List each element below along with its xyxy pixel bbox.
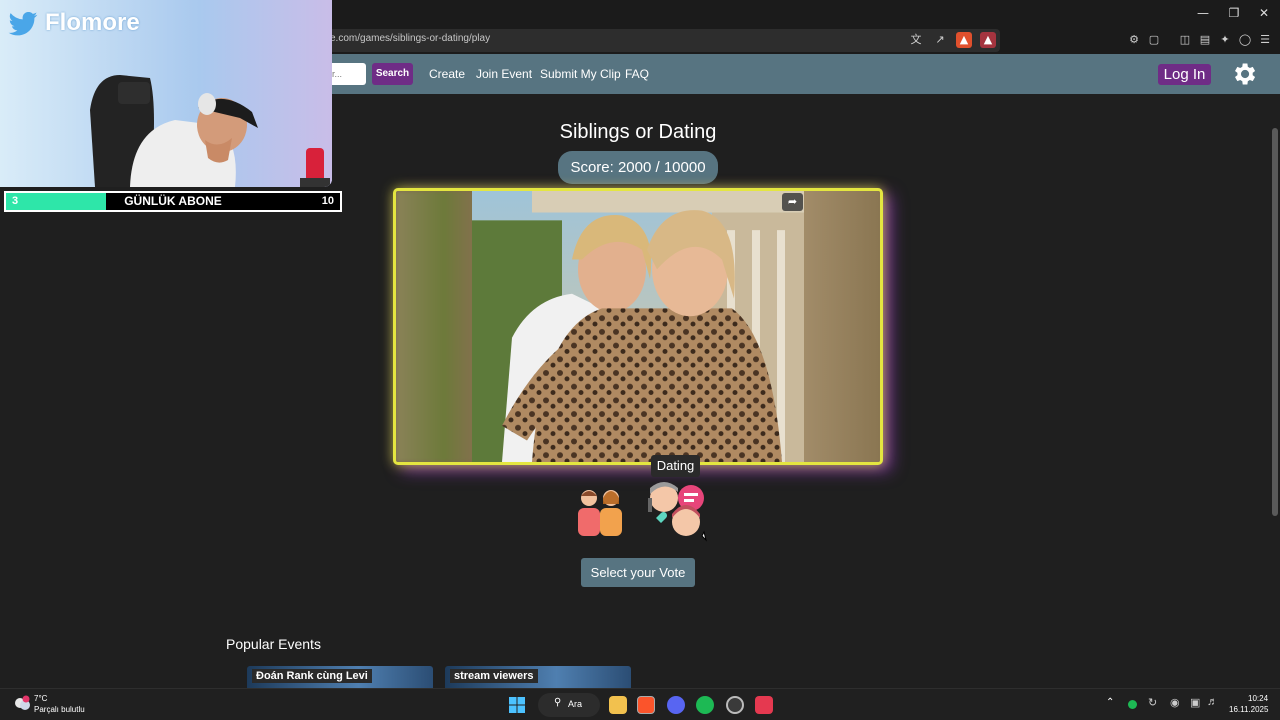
screen: — ❐ ✕ e.com/games/siblings-or-dating/pla… [0, 0, 1280, 720]
menu-icon[interactable]: ☰ [1257, 32, 1273, 48]
score-badge: Score: 2000 / 10000 [558, 151, 718, 184]
page-scrollbar[interactable] [1272, 128, 1278, 516]
event-card-title: stream viewers [450, 669, 538, 683]
restore-icon[interactable]: ❐ [1223, 4, 1245, 22]
nav-submit-clip[interactable]: Submit My Clip [540, 67, 621, 81]
select-vote-button[interactable]: Select your Vote [581, 558, 695, 587]
search-icon: ⚲ [554, 697, 562, 708]
vote-tooltip: Dating [651, 455, 700, 477]
taskbar-search[interactable]: ⚲ Ara [538, 693, 600, 717]
subscriber-goal-bar: 3 GÜNLÜK ABONE 10 [4, 191, 342, 212]
dating-icon[interactable] [642, 478, 710, 542]
windows-start-icon[interactable] [509, 697, 525, 713]
share-icon[interactable]: ➦ [782, 193, 803, 211]
app-icon[interactable] [755, 696, 773, 714]
rewards-icon[interactable]: ▲ [980, 32, 996, 48]
minimize-icon[interactable]: — [1192, 4, 1214, 22]
event-card[interactable]: Đoán Rank cùng Levi [247, 666, 433, 688]
nav-faq[interactable]: FAQ [625, 67, 649, 81]
settings-gear-icon[interactable] [1230, 60, 1258, 88]
clock-time[interactable]: 10:24 [1248, 694, 1268, 703]
weather-icon[interactable] [12, 694, 32, 714]
status-dot-icon[interactable] [1128, 700, 1137, 709]
microphone-icon[interactable]: ◉ [1170, 696, 1180, 709]
taskbar: 7°C Parçalı bulutlu ⚲ Ara ⌃ ↻ ◉ ▣ ♬ 10:2… [0, 688, 1280, 720]
leo-ai-icon[interactable]: ✦ [1217, 32, 1233, 48]
volume-icon[interactable]: ♬ [1207, 696, 1218, 708]
network-icon[interactable]: ▣ [1190, 696, 1200, 709]
weather-description: Parçalı bulutlu [34, 705, 85, 714]
event-card[interactable]: stream viewers [445, 666, 631, 688]
brave-shields-icon[interactable]: ▲ [956, 32, 972, 48]
blurred-background-right [800, 191, 880, 462]
nav-create[interactable]: Create [429, 67, 465, 81]
url-field[interactable]: e.com/games/siblings-or-dating/play 文 ↗ … [320, 29, 1000, 52]
question-media [393, 188, 883, 465]
close-icon[interactable]: ✕ [1253, 4, 1275, 22]
wallet-icon[interactable]: ▤ [1197, 32, 1213, 48]
siblings-icon[interactable] [574, 484, 626, 536]
brave-browser-icon[interactable] [637, 696, 655, 714]
webcam-overlay: Flomore [0, 0, 332, 187]
sync-icon[interactable]: ↻ [1148, 696, 1157, 709]
file-explorer-icon[interactable] [609, 696, 627, 714]
share-page-icon[interactable]: ↗ [932, 32, 948, 48]
taskbar-search-label: Ara [568, 699, 583, 709]
vpn-icon[interactable]: ◯ [1237, 32, 1253, 48]
subscriber-goal-label: GÜNLÜK ABONE [124, 194, 222, 208]
blurred-background-left [396, 191, 476, 462]
spotify-icon[interactable] [696, 696, 714, 714]
weather-temperature: 7°C [34, 694, 48, 703]
sidebar-icon[interactable]: ◫ [1177, 32, 1193, 48]
event-card-title: Đoán Rank cùng Levi [252, 669, 372, 683]
url-text: e.com/games/siblings-or-dating/play [330, 33, 491, 44]
media-icon[interactable]: ▢ [1146, 32, 1162, 48]
channel-name: Flomore [45, 9, 140, 36]
popular-events-title: Popular Events [226, 636, 321, 652]
subscriber-goal-target: 10 [321, 195, 334, 207]
login-button[interactable]: Log In [1158, 64, 1211, 85]
selfie-photo [472, 191, 804, 462]
search-button[interactable]: Search [372, 63, 413, 85]
chevron-up-icon[interactable]: ⌃ [1106, 697, 1114, 708]
nav-join-event[interactable]: Join Event [476, 67, 532, 81]
twitter-bird-icon [8, 12, 38, 36]
clock-date[interactable]: 16.11.2025 [1229, 705, 1268, 714]
discord-icon[interactable] [667, 696, 685, 714]
obs-icon[interactable] [726, 696, 744, 714]
extensions-icon[interactable]: ⚙ [1126, 32, 1142, 48]
translate-icon[interactable]: 文 [908, 32, 924, 48]
